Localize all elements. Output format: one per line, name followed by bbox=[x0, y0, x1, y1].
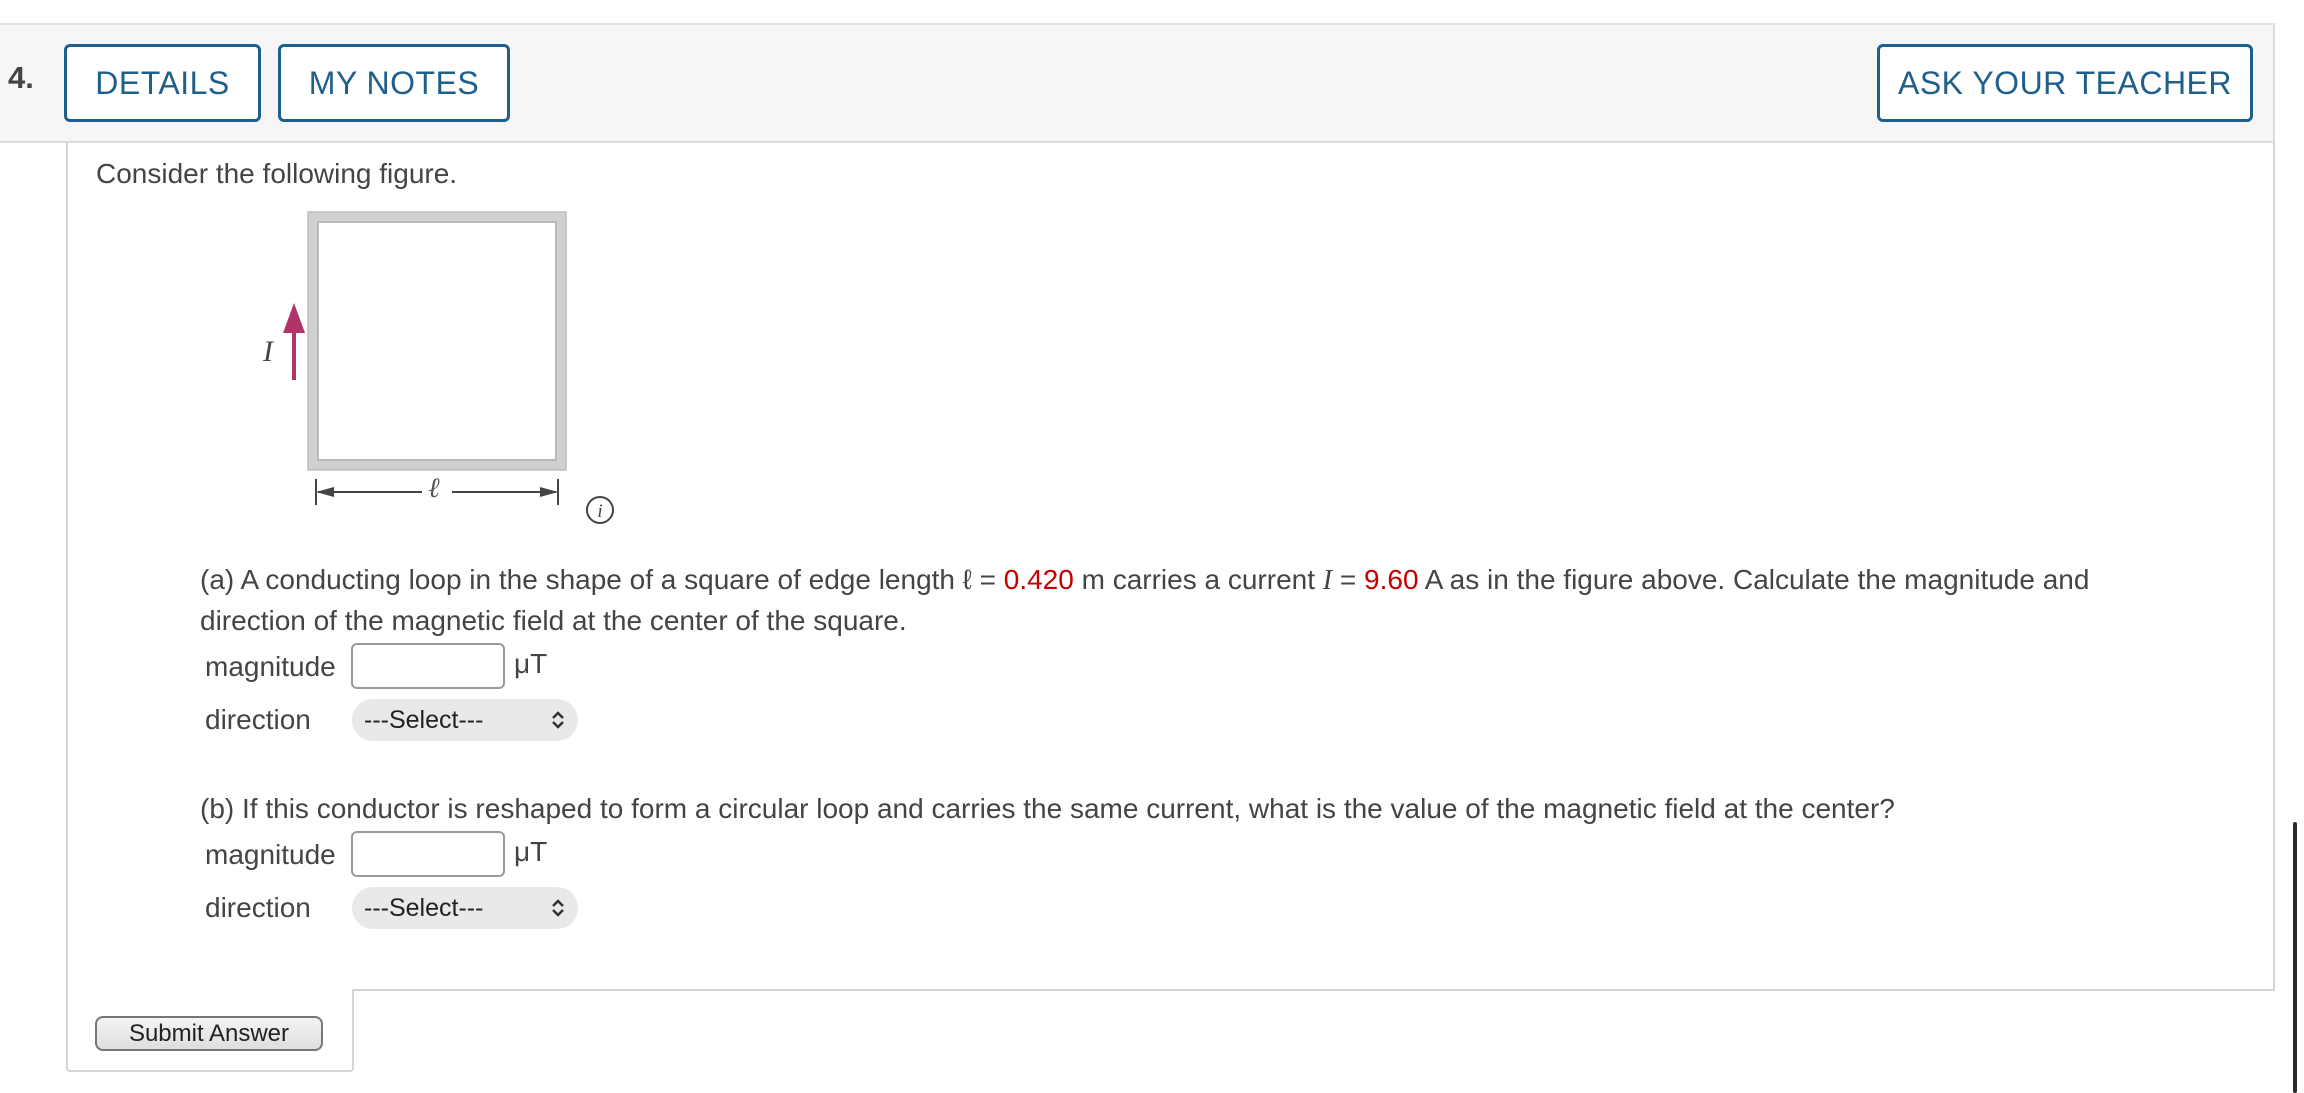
square-loop-diagram bbox=[283, 211, 567, 505]
loop-outer-edge bbox=[308, 212, 566, 470]
info-icon[interactable]: i bbox=[585, 495, 615, 525]
loop-inner-edge bbox=[317, 221, 557, 461]
current-value: 9.60 bbox=[1364, 564, 1419, 595]
submit-answer-button[interactable]: Submit Answer bbox=[95, 1016, 323, 1051]
part-b-direction-select[interactable]: ---Select--- bbox=[352, 887, 578, 929]
question-number: 4. bbox=[8, 60, 34, 95]
part-a-direction-label: direction bbox=[205, 704, 311, 735]
details-button[interactable]: DETAILS bbox=[64, 44, 261, 122]
part-b-unit: μT bbox=[514, 836, 548, 867]
chevron-up-down-icon bbox=[552, 711, 564, 729]
chevron-up-down-icon bbox=[552, 899, 564, 917]
part-a-magnitude-input[interactable] bbox=[351, 643, 505, 689]
part-b-direction-selected: ---Select--- bbox=[364, 893, 484, 922]
current-arrow-head bbox=[283, 303, 305, 333]
part-b-prompt: (b) If this conductor is reshaped to for… bbox=[200, 793, 1895, 824]
my-notes-button[interactable]: MY NOTES bbox=[278, 44, 510, 122]
intro-text: Consider the following figure. bbox=[96, 158, 458, 189]
part-b-magnitude-label: magnitude bbox=[205, 839, 336, 870]
part-b-direction-label: direction bbox=[205, 892, 311, 923]
part-a-direction-select[interactable]: ---Select--- bbox=[352, 699, 578, 741]
part-a-direction-selected: ---Select--- bbox=[364, 705, 484, 734]
ask-your-teacher-button[interactable]: ASK YOUR TEACHER bbox=[1877, 44, 2253, 122]
scrollbar-thumb[interactable] bbox=[2293, 822, 2297, 1093]
part-a-prompt: (a) A conducting loop in the shape of a … bbox=[200, 564, 2090, 636]
square-loop-figure: I ℓ bbox=[250, 205, 650, 535]
current-label: I bbox=[263, 335, 273, 368]
edge-length-value: 0.420 bbox=[1003, 564, 1074, 595]
part-a-magnitude-label: magnitude bbox=[205, 651, 336, 682]
part-b-magnitude-input[interactable] bbox=[351, 831, 505, 877]
length-label: ℓ bbox=[428, 473, 440, 504]
part-a-unit: μT bbox=[514, 648, 548, 679]
svg-text:i: i bbox=[597, 501, 602, 522]
